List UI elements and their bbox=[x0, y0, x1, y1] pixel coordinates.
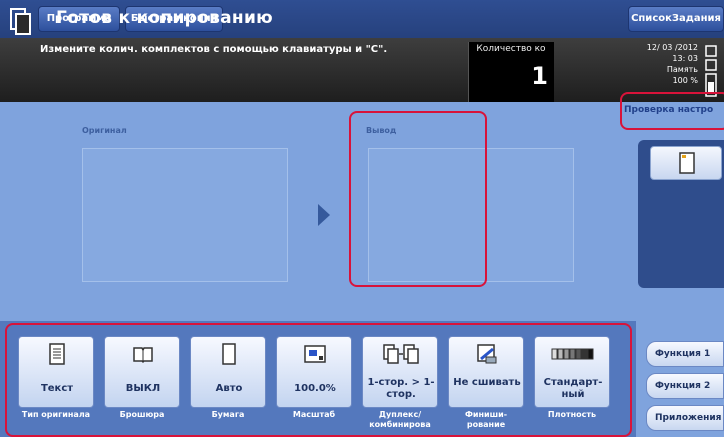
status-message: Измените колич. комплектов с помощью кла… bbox=[40, 44, 388, 55]
status-title: Готов к копированию bbox=[56, 8, 274, 28]
output-highlight bbox=[349, 111, 487, 287]
tab-function-2[interactable]: Функция 2 bbox=[646, 373, 724, 399]
original-label: Оригинал bbox=[82, 126, 127, 135]
arrow-right-icon bbox=[318, 204, 330, 226]
document-icon bbox=[679, 152, 695, 174]
check-settings-highlight bbox=[620, 92, 724, 130]
toner-level-icon bbox=[705, 45, 717, 97]
memory-value: 100 % bbox=[672, 76, 698, 85]
copy-document-icon bbox=[10, 8, 31, 35]
original-preview bbox=[82, 148, 288, 282]
function-bar-highlight bbox=[5, 323, 632, 437]
side-document-button[interactable] bbox=[650, 146, 722, 180]
time-text: 13: 03 bbox=[672, 54, 698, 63]
quantity-label: Количество ко bbox=[476, 44, 546, 54]
date-text: 12/ 03 /2012 bbox=[646, 43, 698, 52]
memory-label: Память bbox=[666, 65, 698, 74]
tab-function-1[interactable]: Функция 1 bbox=[646, 341, 724, 367]
clock-panel: 12/ 03 /2012 13: 03 Память 100 % bbox=[618, 42, 698, 86]
quantity-value: 1 bbox=[531, 62, 548, 90]
tab-applications[interactable]: Приложения bbox=[646, 405, 724, 431]
job-list-button[interactable]: СписокЗадания bbox=[628, 6, 724, 32]
